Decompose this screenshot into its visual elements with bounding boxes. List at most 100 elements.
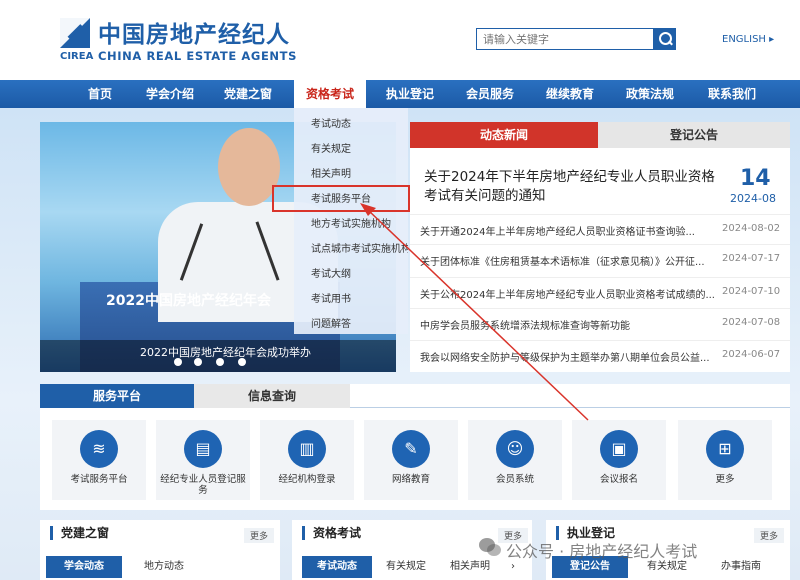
- more-link[interactable]: 更多: [754, 528, 785, 543]
- news-title[interactable]: 关于开通2024年上半年房地产经纪人员职业资格证书查询验...: [420, 223, 716, 238]
- service-exam-platform[interactable]: ≋ 考试服务平台: [52, 420, 146, 500]
- carousel-dot[interactable]: [194, 358, 202, 366]
- logo-abbreviation: CIREA: [60, 51, 94, 62]
- service-agent-registration[interactable]: ▤ 经纪专业人员登记服务: [156, 420, 250, 500]
- grid-icon: ⊞: [718, 439, 732, 458]
- nav-home[interactable]: 首页: [78, 80, 122, 108]
- tab-society-news[interactable]: 学会动态: [46, 556, 122, 578]
- wechat-icon: [479, 538, 501, 556]
- dropdown-item-pilot-city-agencies[interactable]: 试点城市考试实施机构: [311, 240, 408, 255]
- more-link[interactable]: 更多: [244, 528, 275, 543]
- search-icon[interactable]: [654, 28, 676, 50]
- news-row[interactable]: 关于团体标准《住房租赁基本术语标准（征求意见稿）》公开征... 2024-07-…: [410, 244, 790, 274]
- service-label: 会员系统: [495, 474, 534, 485]
- header: 中国房地产经纪人 CIREA CHINA REAL ESTATE AGENTS …: [0, 0, 800, 80]
- news-title[interactable]: 关于公布2024年上半年房地产经纪专业人员职业资格考试成绩的...: [420, 286, 716, 301]
- logo-chinese-name: 中国房地产经纪人: [98, 22, 290, 48]
- service-label: 经纪机构登录: [278, 474, 336, 485]
- nav-policy[interactable]: 政策法规: [618, 80, 682, 108]
- exam-dropdown-menu: 考试动态 有关规定 相关声明 考试服务平台 地方考试实施机构 试点城市考试实施机…: [294, 108, 408, 334]
- meeting-icon: ▣: [600, 430, 638, 468]
- nav-registration[interactable]: 执业登记: [378, 80, 442, 108]
- banner-caption[interactable]: 2022中国房地产经纪年会成功举办: [140, 344, 311, 360]
- banner-stage-text: 2022中国房地产经纪年会: [106, 293, 271, 309]
- service-label: 更多: [715, 474, 735, 485]
- panel-party-building: 党建之窗 更多 学会动态 地方动态: [40, 520, 280, 580]
- dropdown-item-syllabus[interactable]: 考试大纲: [311, 265, 408, 280]
- site-logo[interactable]: 中国房地产经纪人 CIREA CHINA REAL ESTATE AGENTS: [60, 15, 296, 65]
- service-label: 经纪专业人员登记服务: [160, 474, 246, 496]
- dropdown-item-textbooks[interactable]: 考试用书: [311, 290, 408, 305]
- search-input[interactable]: [476, 28, 654, 50]
- banner-person-head: [218, 128, 280, 206]
- news-title[interactable]: 中房学会员服务系统增添法规标准查询等新功能: [420, 317, 716, 332]
- building-icon: ▥: [288, 430, 326, 468]
- headline-day: 14: [740, 166, 771, 191]
- news-date: 2024-08-02: [722, 223, 781, 234]
- news-title[interactable]: 关于团体标准《住房租赁基本术语标准（征求意见稿）》公开征...: [420, 253, 716, 268]
- dropdown-item-exam-news[interactable]: 考试动态: [311, 115, 408, 130]
- carousel-dot[interactable]: [216, 358, 224, 366]
- logo-english-name: CHINA REAL ESTATE AGENTS: [98, 49, 297, 63]
- panel-title: 党建之窗: [50, 526, 109, 540]
- dropdown-item-local-exam-agencies[interactable]: 地方考试实施机构: [311, 215, 408, 230]
- service-agency-login[interactable]: ▥ 经纪机构登录: [260, 420, 354, 500]
- headline-link[interactable]: 关于2024年下半年房地产经纪专业人员职业资格考试有关问题的通知: [424, 168, 724, 206]
- nav-contact[interactable]: 联系我们: [700, 80, 764, 108]
- tab-service-platform[interactable]: 服务平台: [40, 384, 194, 408]
- dropdown-item-faq[interactable]: 问题解答: [311, 315, 408, 330]
- tab-regulations[interactable]: 有关规定: [376, 556, 436, 578]
- education-icon: ✎: [404, 439, 418, 458]
- language-switch-link[interactable]: ENGLISH ▸: [722, 34, 774, 45]
- carousel-dot[interactable]: [174, 358, 182, 366]
- grid-icon: ⊞: [706, 430, 744, 468]
- nav-continuing-edu[interactable]: 继续教育: [538, 80, 602, 108]
- users-icon: ☺: [506, 439, 524, 458]
- service-online-education[interactable]: ✎ 网络教育: [364, 420, 458, 500]
- tab-news[interactable]: 动态新闻: [410, 122, 598, 148]
- news-date: 2024-06-07: [722, 349, 781, 360]
- headline-year-month: 2024-08: [730, 192, 776, 205]
- news-row[interactable]: 关于公布2024年上半年房地产经纪专业人员职业资格考试成绩的... 2024-0…: [410, 277, 790, 307]
- news-date: 2024-07-10: [722, 286, 781, 297]
- news-title[interactable]: 我会以网络安全防护与等级保护为主题举办第八期单位会员公益...: [420, 349, 716, 364]
- news-date: 2024-07-17: [722, 253, 781, 264]
- service-platform-panel: 服务平台 信息查询 ≋ 考试服务平台 ▤ 经纪专业人员登记服务 ▥ 经纪机构登录…: [40, 384, 790, 510]
- tab-divider: [350, 407, 790, 408]
- news-panel: 动态新闻 登记公告 关于2024年下半年房地产经纪专业人员职业资格考试有关问题的…: [410, 122, 790, 372]
- document-icon: ▤: [184, 430, 222, 468]
- tab-statements[interactable]: 相关声明: [440, 556, 500, 578]
- service-label: 网络教育: [391, 474, 430, 485]
- tab-info-query[interactable]: 信息查询: [194, 384, 350, 408]
- nav-member-service[interactable]: 会员服务: [458, 80, 522, 108]
- tab-registration-notice[interactable]: 登记公告: [598, 122, 790, 148]
- tab-exam-news[interactable]: 考试动态: [302, 556, 372, 578]
- service-meeting-signup[interactable]: ▣ 会议报名: [572, 420, 666, 500]
- carousel-dot[interactable]: [238, 358, 246, 366]
- building-icon: ▥: [299, 439, 315, 458]
- highlight-box: [272, 185, 410, 212]
- service-member-system[interactable]: ☺ 会员系统: [468, 420, 562, 500]
- dropdown-item-regulations[interactable]: 有关规定: [311, 140, 408, 155]
- service-label: 考试服务平台: [70, 474, 128, 485]
- news-date: 2024-07-08: [722, 317, 781, 328]
- search-box: [476, 28, 676, 50]
- nav-party[interactable]: 党建之窗: [216, 80, 280, 108]
- users-icon: ☺: [496, 430, 534, 468]
- education-icon: ✎: [392, 430, 430, 468]
- nav-about[interactable]: 学会介绍: [138, 80, 202, 108]
- nav-exam[interactable]: 资格考试: [294, 80, 366, 108]
- tab-local-news[interactable]: 地方动态: [126, 556, 202, 578]
- main-nav: 首页 学会介绍 党建之窗 资格考试 执业登记 会员服务 继续教育 政策法规 联系…: [0, 80, 800, 108]
- document-icon: ▤: [195, 439, 211, 458]
- news-row[interactable]: 关于开通2024年上半年房地产经纪人员职业资格证书查询验... 2024-08-…: [410, 214, 790, 244]
- news-row[interactable]: 中房学会员服务系统增添法规标准查询等新功能 2024-07-08: [410, 308, 790, 338]
- dropdown-item-statements[interactable]: 相关声明: [311, 165, 408, 180]
- service-more[interactable]: ⊞ 更多: [678, 420, 772, 500]
- layers-icon: ≋: [92, 439, 106, 458]
- watermark-text: 公众号 · 房地产经纪人考试: [506, 542, 698, 561]
- service-label: 会议报名: [599, 474, 638, 485]
- layers-icon: ≋: [80, 430, 118, 468]
- tab-service-guide[interactable]: 办事指南: [706, 556, 776, 578]
- news-row[interactable]: 我会以网络安全防护与等级保护为主题举办第八期单位会员公益... 2024-06-…: [410, 340, 790, 370]
